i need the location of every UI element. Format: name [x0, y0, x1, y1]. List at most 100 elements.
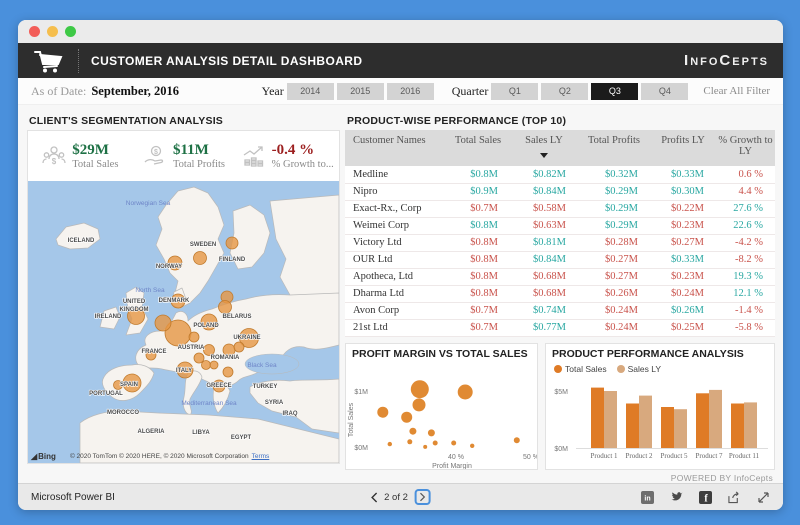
bar-total-sales[interactable] — [626, 404, 639, 449]
map-sales-bubble[interactable] — [189, 332, 199, 342]
bar-sales-ly[interactable] — [674, 409, 687, 448]
bar-sales-ly[interactable] — [709, 390, 722, 448]
bar-plot[interactable]: $5M $0M Product 1Product 2Product 5Produ… — [546, 344, 774, 469]
value-cell: $0.24M — [578, 319, 650, 336]
scatter-bubble[interactable] — [451, 441, 456, 446]
scatter-bubble[interactable] — [388, 442, 392, 446]
facebook-icon[interactable]: f — [699, 491, 712, 504]
twitter-icon[interactable] — [670, 491, 683, 504]
minimize-window-button[interactable] — [47, 26, 58, 37]
scatter-bubble[interactable] — [433, 441, 438, 446]
value-cell: $0.26M — [650, 302, 716, 319]
scatter-chart-panel: PROFIT MARGIN VS TOTAL SALES $1M $0M 40 … — [345, 343, 538, 470]
table-row[interactable]: Weimei Corp$0.8M$0.63M$0.29M$0.23M22.6 % — [345, 217, 775, 234]
map-sales-bubble[interactable] — [223, 367, 233, 377]
quarter-q4-button[interactable]: Q4 — [641, 83, 688, 100]
map-terms-link[interactable]: Terms — [252, 453, 270, 460]
svg-text:in: in — [644, 495, 650, 502]
table-row[interactable]: Avon Corp$0.7M$0.74M$0.24M$0.26M-1.4 % — [345, 302, 775, 319]
bar-total-sales[interactable] — [661, 407, 674, 448]
year-2014-button[interactable]: 2014 — [287, 83, 334, 100]
table-row[interactable]: Apotheca, Ltd$0.8M$0.68M$0.27M$0.23M19.3… — [345, 268, 775, 285]
fullscreen-icon[interactable] — [757, 491, 770, 504]
clear-all-filter-button[interactable]: Clear All Filter — [703, 85, 770, 97]
bar-category-label: Product 7 — [695, 452, 723, 460]
share-icon[interactable] — [728, 491, 741, 504]
table-row[interactable]: Nipro$0.9M$0.84M$0.29M$0.30M4.4 % — [345, 183, 775, 200]
table-row[interactable]: Medline$0.8M$0.82M$0.32M$0.33M0.6 % — [345, 166, 775, 183]
table-row[interactable]: Victory Ltd$0.8M$0.81M$0.28M$0.27M-4.2 % — [345, 234, 775, 251]
value-cell: 12.1 % — [716, 285, 775, 302]
scatter-bubble[interactable] — [377, 407, 388, 418]
bar-category-label: Product 11 — [729, 452, 760, 460]
bar-sales-ly[interactable] — [604, 391, 617, 448]
scatter-bubble[interactable] — [470, 444, 474, 448]
scatter-bubble[interactable] — [514, 437, 520, 443]
country-label: SPAIN — [120, 382, 138, 388]
bar-sales-ly[interactable] — [639, 396, 652, 448]
scatter-bubble[interactable] — [409, 428, 416, 435]
map-sales-bubble[interactable] — [226, 237, 238, 249]
value-cell: $0.8M — [446, 166, 510, 183]
scatter-plot[interactable]: $1M $0M 40 % 50 % Profit Margin Total Sa… — [346, 362, 537, 469]
close-window-button[interactable] — [29, 26, 40, 37]
europe-bubble-map[interactable]: Norwegian SeaNorth SeaBlack SeaMediterra… — [28, 181, 339, 463]
map-sales-bubble[interactable] — [219, 301, 232, 314]
bing-logo[interactable]: ◢ Bing — [31, 452, 56, 461]
sea-label: Norwegian Sea — [126, 200, 171, 207]
table-row[interactable]: 21st Ltd$0.7M$0.77M$0.24M$0.25M-5.8 % — [345, 319, 775, 336]
col-total-profits[interactable]: Total Profits — [578, 130, 650, 166]
quarter-q3-button[interactable]: Q3 — [591, 83, 638, 100]
bar-total-sales[interactable] — [696, 393, 709, 448]
quarter-q2-button[interactable]: Q2 — [541, 83, 588, 100]
country-label: SWEDEN — [190, 242, 216, 248]
scatter-bubble[interactable] — [458, 385, 473, 400]
col-customer-names[interactable]: Customer Names — [345, 130, 446, 166]
country-label: ITALY — [176, 368, 192, 374]
value-cell: $0.27M — [650, 234, 716, 251]
scatter-bubble[interactable] — [411, 380, 429, 398]
table-row[interactable]: OUR Ltd$0.8M$0.84M$0.27M$0.33M-8.2 % — [345, 251, 775, 268]
value-cell: $0.58M — [510, 200, 578, 217]
quarter-q1-button[interactable]: Q1 — [491, 83, 538, 100]
zoom-window-button[interactable] — [65, 26, 76, 37]
scatter-bubble[interactable] — [428, 429, 435, 436]
bar-total-sales[interactable] — [731, 404, 744, 449]
year-2016-button[interactable]: 2016 — [387, 83, 434, 100]
col-sales-ly[interactable]: Sales LY — [510, 130, 578, 166]
window-titlebar — [18, 20, 783, 43]
value-cell: $0.77M — [510, 319, 578, 336]
col-total-sales[interactable]: Total Sales — [446, 130, 510, 166]
map-sales-bubble[interactable] — [155, 315, 171, 331]
linkedin-icon[interactable]: in — [641, 491, 654, 504]
scatter-bubble[interactable] — [423, 445, 427, 449]
kpi-growth-label: % Growth to... — [272, 159, 334, 170]
value-cell: $0.23M — [650, 217, 716, 234]
col-profits-ly[interactable]: Profits LY — [650, 130, 716, 166]
map-sales-bubble[interactable] — [204, 345, 215, 356]
kpi-growth-value: -0.4 % — [272, 142, 334, 159]
map-sales-bubble[interactable] — [202, 361, 211, 370]
scatter-bubble[interactable] — [401, 412, 412, 423]
map-sales-bubble[interactable] — [234, 342, 244, 352]
bar-sales-ly[interactable] — [744, 402, 757, 448]
kpi-total-profits-value: $11M — [173, 142, 225, 159]
country-label: FRANCE — [142, 349, 167, 355]
value-cell: $0.68M — [510, 285, 578, 302]
customer-name-cell: Apotheca, Ltd — [345, 268, 446, 285]
year-2015-button[interactable]: 2015 — [337, 83, 384, 100]
scatter-bubble[interactable] — [407, 439, 412, 444]
map-sales-bubble[interactable] — [210, 361, 218, 369]
col-growth-ly[interactable]: % Growth to LY — [716, 130, 775, 166]
table-row[interactable]: Exact-Rx., Corp$0.7M$0.58M$0.29M$0.22M27… — [345, 200, 775, 217]
map-sales-bubble[interactable] — [194, 252, 207, 265]
map-sales-bubble[interactable] — [194, 353, 204, 363]
bar-total-sales[interactable] — [591, 388, 604, 448]
value-cell: $0.8M — [446, 217, 510, 234]
value-cell: $0.84M — [510, 183, 578, 200]
table-row[interactable]: Dharma Ltd$0.8M$0.68M$0.26M$0.24M12.1 % — [345, 285, 775, 302]
next-page-button[interactable] — [415, 489, 431, 505]
previous-page-icon[interactable] — [370, 492, 377, 503]
scatter-bubble[interactable] — [413, 398, 426, 411]
country-label: DENMARK — [159, 298, 190, 304]
